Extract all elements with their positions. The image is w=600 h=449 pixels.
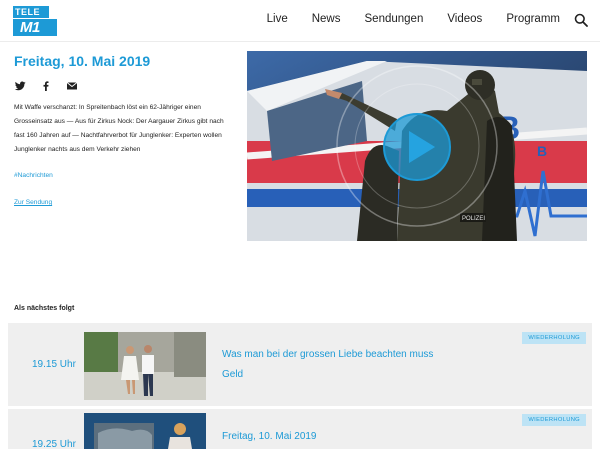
schedule-time: 19.25 Uhr (32, 439, 76, 449)
nav-item-programm[interactable]: Programm (506, 13, 560, 25)
vehicle-logo-letter-2: B (537, 143, 547, 159)
logo-top-text: TELE (13, 6, 49, 18)
nav-item-news[interactable]: News (312, 13, 341, 25)
twitter-icon[interactable] (14, 79, 26, 91)
schedule-time: 19.15 Uhr (32, 359, 76, 370)
schedule-title[interactable]: Was man bei der grossen Liebe beachten m… (222, 349, 433, 360)
main-nav: Live News Sendungen Videos Programm (243, 13, 560, 25)
mail-icon[interactable] (66, 79, 78, 91)
zur-sendung-link[interactable]: Zur Sendung (14, 199, 52, 206)
schedule-row[interactable]: 19.25 Uhr Freitag, 10. Mai 2019 WIEDERHO… (8, 409, 592, 449)
nav-item-videos[interactable]: Videos (447, 13, 482, 25)
play-icon[interactable] (381, 111, 453, 183)
next-up-heading: Als nächstes folgt (14, 305, 75, 312)
share-bar (14, 79, 78, 91)
status-badge: WIEDERHOLUNG (522, 332, 586, 344)
nav-item-live[interactable]: Live (267, 13, 288, 25)
tele-m1-logo[interactable]: TELE M1 (13, 6, 57, 36)
nav-item-sendungen[interactable]: Sendungen (365, 13, 424, 25)
schedule-thumbnail[interactable] (84, 332, 206, 400)
facebook-icon[interactable] (40, 79, 52, 91)
schedule-thumbnail[interactable] (84, 413, 206, 449)
schedule-subtitle: Geld (222, 369, 244, 380)
hashtag-link[interactable]: #Nachrichten (14, 172, 53, 179)
site-header: TELE M1 Live News Sendungen Videos Progr… (0, 0, 600, 42)
logo-bottom-text: M1 (13, 19, 57, 36)
search-icon[interactable] (574, 13, 588, 27)
video-player[interactable]: B B POLIZEI (247, 51, 587, 241)
police-patch-text: POLIZEI (462, 216, 485, 222)
schedule-row[interactable]: 19.15 Uhr Was man bei der grossen Liebe … (8, 323, 592, 406)
page-title: Freitag, 10. Mai 2019 (14, 53, 151, 69)
article-teaser: Mit Waffe verschanzt: In Spreitenbach lö… (14, 104, 224, 153)
schedule-title[interactable]: Freitag, 10. Mai 2019 (222, 431, 317, 442)
status-badge: WIEDERHOLUNG (522, 414, 586, 426)
